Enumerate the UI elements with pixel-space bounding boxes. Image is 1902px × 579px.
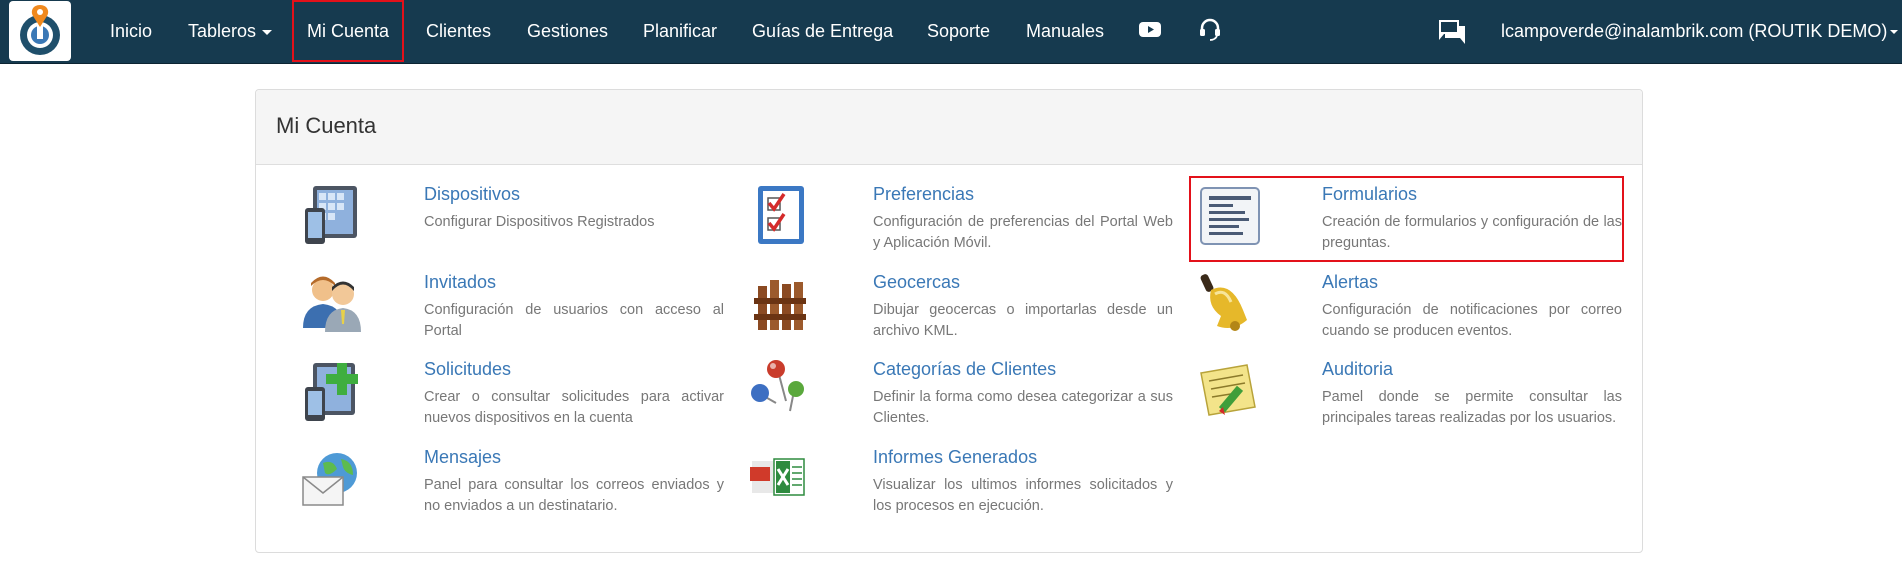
card-description: Configuración de preferencias del Portal… [873, 214, 1173, 251]
card-preferencias[interactable]: Preferencias Configuración de preferenci… [748, 184, 1173, 264]
pins-icon [751, 360, 804, 412]
card-categorias-clientes[interactable]: Categorías de Clientes Definir la forma … [748, 359, 1173, 439]
formularios-highlight [1189, 176, 1624, 262]
card-description: Dibujar geocercas o importarlas desde un… [873, 302, 1173, 339]
panel-title: Mi Cuenta [276, 113, 377, 138]
card-solicitudes[interactable]: Solicitudes Crear o consultar solicitude… [299, 359, 724, 439]
card-alertas[interactable]: Alertas Configuración de notificaciones … [1197, 272, 1622, 352]
caret-down-icon [262, 29, 273, 35]
card-title[interactable]: Informes Generados [873, 447, 1037, 468]
card-title[interactable]: Preferencias [873, 184, 974, 205]
card-invitados[interactable]: Invitados Configuración de usuarios con … [299, 272, 724, 352]
card-informes-generados[interactable]: Informes Generados Visualizar los ultimo… [748, 447, 1173, 527]
headset-icon[interactable] [1197, 16, 1223, 42]
bell-icon [1200, 274, 1247, 331]
chat-icon[interactable] [1437, 18, 1467, 44]
card-title[interactable]: Invitados [424, 272, 496, 293]
card-title[interactable]: Alertas [1322, 272, 1378, 293]
nav-manuales[interactable]: Manuales [1026, 0, 1104, 62]
reports-icon [750, 458, 805, 496]
nav-clientes[interactable]: Clientes [426, 0, 491, 62]
card-title[interactable]: Geocercas [873, 272, 960, 293]
card-title[interactable]: Dispositivos [424, 184, 520, 205]
card-title[interactable]: Auditoria [1322, 359, 1393, 380]
card-description: Configuración de notificaciones por corr… [1322, 302, 1622, 339]
card-description: Pamel donde se permite consultar las pri… [1322, 389, 1622, 426]
users-icon [303, 276, 361, 332]
nav-gestiones[interactable]: Gestiones [527, 0, 608, 62]
panel-heading: Mi Cuenta [256, 90, 1642, 165]
card-description: Crear o consultar solicitudes para activ… [424, 389, 724, 426]
user-menu[interactable]: lcampoverde@inalambrik.com (ROUTIK DEMO) [1501, 0, 1899, 62]
card-auditoria[interactable]: Auditoria Pamel donde se permite consult… [1197, 359, 1622, 439]
youtube-icon[interactable] [1137, 16, 1163, 42]
devices-icon [305, 186, 357, 244]
card-title[interactable]: Categorías de Clientes [873, 359, 1056, 380]
nav-planificar[interactable]: Planificar [643, 0, 717, 62]
audit-icon [1200, 364, 1256, 416]
card-title[interactable]: Mensajes [424, 447, 501, 468]
nav-tableros-label: Tableros [188, 21, 257, 41]
card-description: Configuración de usuarios con acceso al … [424, 302, 724, 339]
caret-down-icon [1890, 30, 1899, 35]
card-geocercas[interactable]: Geocercas Dibujar geocercas o importarla… [748, 272, 1173, 352]
card-description: Panel para consultar los correos enviado… [424, 477, 724, 514]
nav-soporte[interactable]: Soporte [927, 0, 990, 62]
app-logo[interactable] [9, 1, 71, 61]
user-label: lcampoverde@inalambrik.com (ROUTIK DEMO) [1501, 21, 1888, 41]
nav-mi-cuenta[interactable]: Mi Cuenta [292, 0, 404, 62]
card-dispositivos[interactable]: Dispositivos Configurar Dispositivos Reg… [299, 184, 719, 264]
card-description: Configurar Dispositivos Registrados [424, 214, 655, 230]
card-title[interactable]: Solicitudes [424, 359, 511, 380]
card-description: Definir la forma como desea categorizar … [873, 389, 1173, 426]
nav-tableros[interactable]: Tableros [188, 0, 273, 62]
nav-inicio[interactable]: Inicio [110, 0, 152, 62]
card-mensajes[interactable]: Mensajes Panel para consultar los correo… [299, 447, 724, 527]
mail-globe-icon [302, 453, 357, 506]
add-device-icon [305, 363, 358, 421]
nav-guias-entrega[interactable]: Guías de Entrega [752, 0, 893, 62]
card-description: Visualizar los ultimos informes solicita… [873, 477, 1173, 514]
checklist-icon [758, 186, 804, 244]
fence-icon [754, 280, 806, 330]
top-navbar: Inicio Tableros Mi Cuenta Clientes Gesti… [0, 0, 1902, 64]
